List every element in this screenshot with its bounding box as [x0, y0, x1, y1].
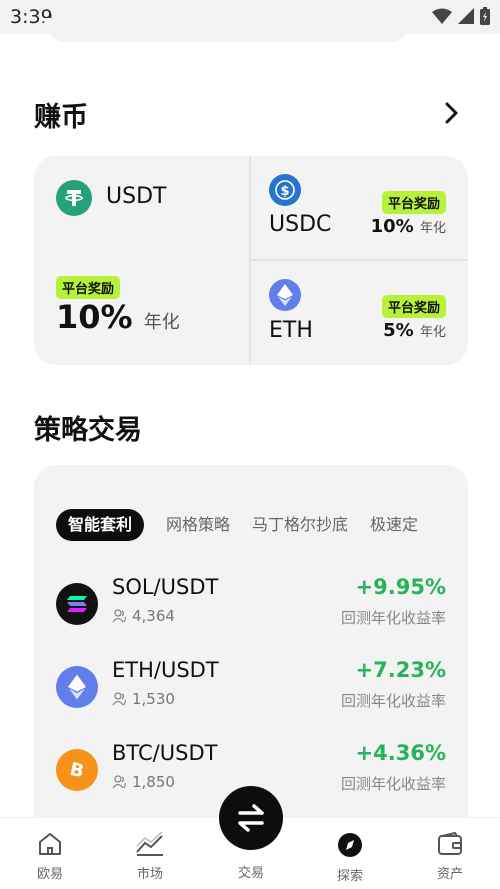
tab-smart-arbitrage[interactable]: 智能套利: [56, 509, 145, 541]
apy-rate: 10% 年化: [371, 216, 446, 237]
tab-martingale[interactable]: 马丁格尔抄底: [252, 509, 348, 541]
earn-item-eth[interactable]: ETH 平台奖励 5% 年化: [251, 261, 468, 365]
coin-name: USDC: [269, 212, 332, 237]
chevron-right-icon[interactable]: [444, 102, 460, 124]
pair-name: BTC/USDT: [112, 741, 218, 765]
return-label: 回测年化收益率: [340, 692, 446, 710]
previous-card-edge: [44, 18, 412, 42]
nav-item-explore[interactable]: 探索: [320, 832, 380, 884]
strategy-section-title: 策略交易: [34, 415, 142, 446]
nav-label: 资产: [436, 867, 463, 882]
nav-item-assets[interactable]: 资产: [420, 831, 480, 882]
tether-icon: [56, 180, 92, 216]
wallet-icon: [438, 831, 462, 855]
battery-icon: [480, 7, 490, 25]
rate-unit: 年化: [419, 325, 446, 340]
pair-name: ETH/USDT: [112, 658, 219, 682]
return-label: 回测年化收益率: [340, 609, 446, 627]
rate-value: 5%: [383, 320, 414, 341]
earn-item-usdc[interactable]: $ USDC 平台奖励 10% 年化: [251, 156, 468, 259]
strategy-card: 智能套利 网格策略 马丁格尔抄底 极速定 SOL/USDT 4,364 +9.95% …: [34, 465, 468, 825]
wifi-icon: [432, 8, 452, 24]
solana-icon: [56, 583, 98, 625]
coin-name: USDT: [106, 184, 167, 209]
ethereum-icon: [56, 666, 98, 708]
tab-fast[interactable]: 极速定: [370, 509, 418, 541]
nav-label: 欧易: [36, 867, 63, 882]
home-icon: [39, 833, 61, 855]
nav-item-market[interactable]: 市场: [120, 831, 180, 882]
nav-label: 探索: [336, 869, 363, 884]
return-percent: +9.95%: [355, 575, 446, 599]
user-count-value: 4,364: [132, 607, 175, 625]
signal-icon: [458, 8, 474, 24]
apy-rate: 5% 年化: [383, 320, 446, 341]
user-count-value: 1,850: [132, 773, 175, 791]
earn-card: USDT 平台奖励 10% 年化 $ USDC 平台奖励 10% 年化 ETH …: [34, 156, 468, 365]
compass-icon: [338, 833, 362, 857]
user-count: 1,530: [112, 690, 175, 708]
swap-icon: [238, 804, 264, 832]
pair-name: SOL/USDT: [112, 575, 219, 599]
return-percent: +7.23%: [355, 658, 446, 682]
reward-badge: 平台奖励: [381, 295, 446, 318]
svg-text:$: $: [280, 184, 289, 199]
nav-item-home[interactable]: 欧易: [20, 832, 80, 882]
apy-rate: 10% 年化: [56, 298, 180, 336]
tab-grid-strategy[interactable]: 网格策略: [166, 509, 230, 541]
rate-value: 10%: [370, 216, 414, 237]
return-percent: +4.36%: [355, 741, 446, 765]
trade-button[interactable]: [219, 786, 283, 850]
status-icons: [432, 7, 490, 25]
rate-unit: 年化: [419, 221, 446, 236]
strategy-row[interactable]: SOL/USDT 4,364 +9.95% 回测年化收益率: [56, 575, 446, 635]
earn-item-usdt[interactable]: USDT 平台奖励 10% 年化: [34, 156, 249, 365]
users-icon: [112, 692, 126, 706]
usdc-icon: $: [269, 174, 301, 206]
reward-badge: 平台奖励: [56, 276, 121, 299]
svg-text:B: B: [68, 759, 86, 781]
ethereum-icon: [269, 279, 301, 311]
return-label: 回测年化收益率: [340, 775, 446, 793]
users-icon: [112, 609, 126, 623]
rate-unit: 年化: [143, 312, 180, 333]
user-count: 4,364: [112, 607, 175, 625]
nav-label-trade: 交易: [237, 866, 264, 881]
market-chart-icon: [136, 831, 163, 856]
strategy-row[interactable]: ETH/USDT 1,530 +7.23% 回测年化收益率: [56, 658, 446, 718]
nav-label: 市场: [136, 867, 163, 882]
bitcoin-icon: B: [56, 749, 98, 791]
earn-section-title: 赚币: [34, 102, 88, 133]
users-icon: [112, 775, 126, 789]
coin-name: ETH: [269, 318, 313, 343]
strategy-tabs: 智能套利 网格策略 马丁格尔抄底 极速定: [56, 509, 446, 545]
user-count-value: 1,530: [132, 690, 175, 708]
user-count: 1,850: [112, 773, 175, 791]
reward-badge: 平台奖励: [381, 191, 446, 214]
rate-value: 10%: [56, 298, 133, 336]
